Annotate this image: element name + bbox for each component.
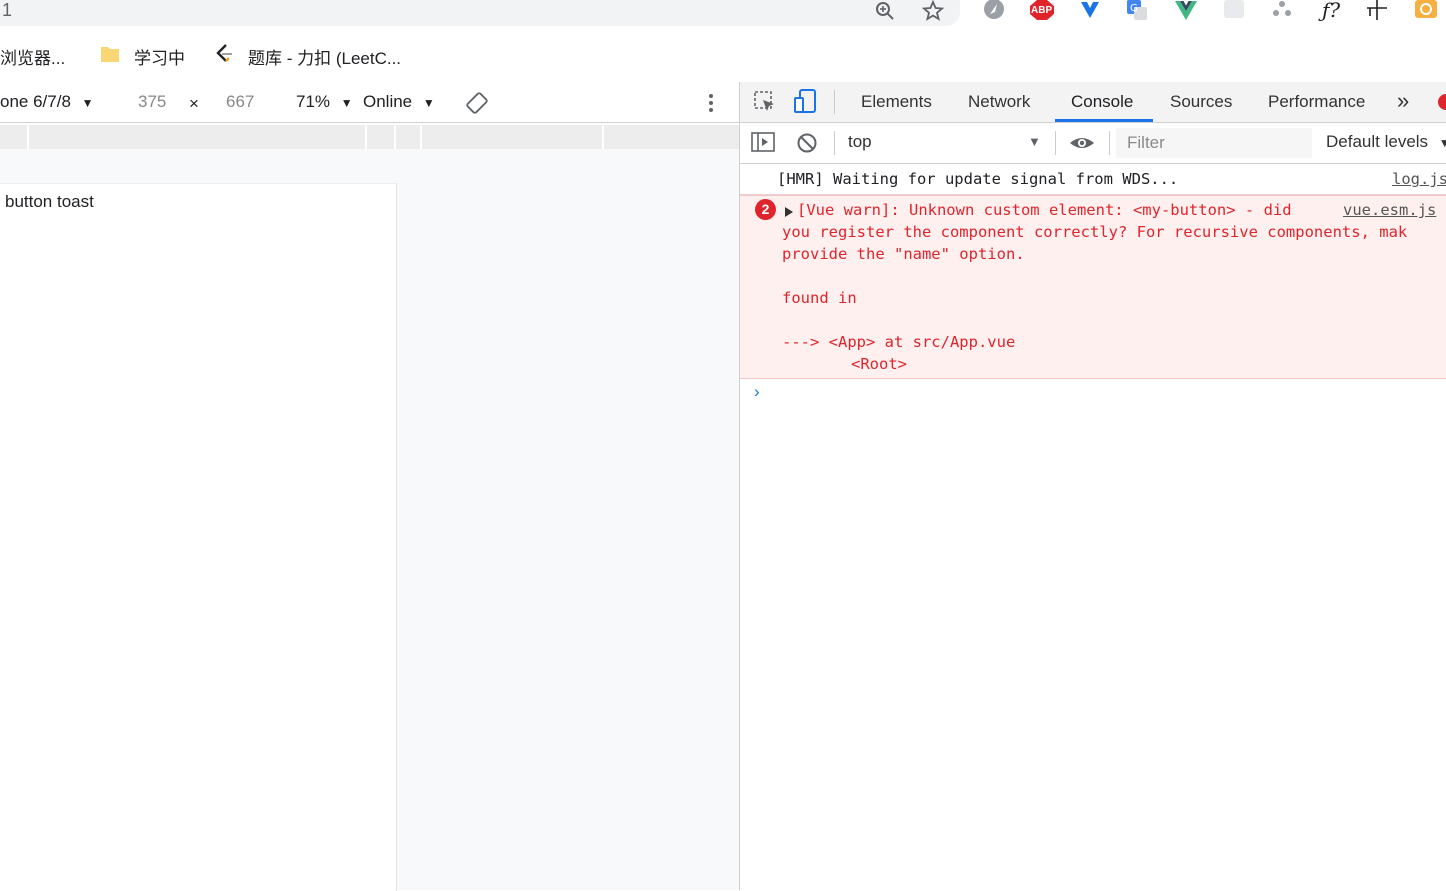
- chevron-down-icon[interactable]: ▼: [1028, 134, 1041, 149]
- bookmark-item[interactable]: 浏览器...: [0, 44, 65, 69]
- crop-icon[interactable]: [1365, 0, 1387, 22]
- ruler-divider: [365, 125, 367, 149]
- folder-icon: [100, 44, 120, 69]
- expand-triangle-icon[interactable]: [784, 205, 794, 223]
- active-tab-indicator: [1055, 119, 1153, 122]
- device-toggle-icon[interactable]: [793, 89, 817, 120]
- network-throttle-select[interactable]: Online ▼: [363, 92, 435, 112]
- zoom-select[interactable]: 71% ▼: [296, 92, 353, 112]
- error-source-link[interactable]: vue.esm.js: [1343, 201, 1436, 219]
- tab-performance[interactable]: Performance: [1268, 92, 1365, 112]
- formula-icon[interactable]: ƒ?: [1316, 0, 1346, 22]
- media-query-bar[interactable]: [0, 125, 739, 149]
- device-label: one 6/7/8: [0, 92, 71, 111]
- tab-console[interactable]: Console: [1071, 92, 1133, 112]
- chevron-down-icon: ▼: [340, 96, 353, 110]
- width-input[interactable]: 375: [138, 92, 166, 112]
- zoom-label: 71%: [296, 92, 331, 111]
- star-icon[interactable]: [921, 0, 945, 22]
- vue-devtools-icon[interactable]: [1174, 0, 1197, 22]
- toolbar-separator: [1109, 131, 1110, 155]
- bookmark-item[interactable]: 题库 - 力扣 (LeetC...: [248, 44, 401, 69]
- extension-icon[interactable]: [1222, 0, 1244, 22]
- address-bar[interactable]: [0, 0, 960, 26]
- zoom-icon[interactable]: [874, 0, 896, 22]
- error-line: provide the "name" option.: [782, 245, 1025, 263]
- ruler-divider: [394, 125, 396, 149]
- translate-icon[interactable]: G: [1125, 0, 1147, 22]
- log-source-link[interactable]: log.js: [1392, 170, 1446, 188]
- adblock-icon[interactable]: ABP: [1029, 0, 1055, 22]
- toolbar-separator: [834, 90, 835, 114]
- chevron-down-icon: ▼: [422, 96, 435, 110]
- extension-icon[interactable]: [1414, 0, 1437, 22]
- ruler-divider: [602, 125, 604, 149]
- error-count-badge: 2: [755, 199, 776, 220]
- network-label: Online: [363, 92, 413, 111]
- error-line: found in: [782, 289, 857, 307]
- times-symbol: ×: [189, 94, 199, 113]
- error-line: <Root>: [851, 355, 907, 373]
- address-bar-text: 1: [2, 0, 13, 20]
- chevron-down-icon: ▼: [81, 96, 94, 110]
- sidebar-toggle-icon[interactable]: [751, 132, 775, 159]
- tab-sources[interactable]: Sources: [1170, 92, 1232, 112]
- chevron-down-icon: ▼: [1438, 136, 1446, 150]
- leetcode-icon: [213, 43, 235, 70]
- console-prompt[interactable]: ›: [754, 382, 760, 402]
- error-line: [Vue warn]: Unknown custom element: <my-…: [797, 201, 1292, 219]
- tab-network[interactable]: Network: [968, 92, 1030, 112]
- log-levels-select[interactable]: Default levels ▼: [1326, 132, 1446, 152]
- inspect-element-icon[interactable]: [753, 90, 777, 119]
- extension-icon[interactable]: [1270, 0, 1292, 22]
- eye-icon[interactable]: [1068, 133, 1096, 158]
- log-levels-label: Default levels: [1326, 132, 1429, 151]
- more-tabs-icon[interactable]: »: [1397, 88, 1409, 114]
- adblock-label: ABP: [1031, 5, 1053, 16]
- clear-console-icon[interactable]: [796, 132, 818, 159]
- tab-elements[interactable]: Elements: [861, 92, 932, 112]
- page-content-text: button toast: [5, 192, 94, 211]
- toolbar-separator: [1055, 131, 1056, 155]
- ruler-divider: [27, 125, 29, 149]
- more-options-icon[interactable]: [706, 92, 716, 119]
- rotate-icon[interactable]: [465, 91, 489, 120]
- error-line: you register the component correctly? Fo…: [782, 223, 1408, 241]
- page-frame[interactable]: [0, 183, 397, 891]
- error-line: ---> <App> at src/App.vue: [782, 333, 1016, 351]
- device-select[interactable]: one 6/7/8 ▼: [0, 92, 94, 112]
- extension-icon[interactable]: [1078, 0, 1100, 22]
- bookmark-item[interactable]: 学习中: [134, 44, 185, 69]
- height-input[interactable]: 667: [226, 92, 254, 112]
- ruler-divider: [420, 125, 422, 149]
- context-select[interactable]: top: [848, 132, 872, 152]
- svg-text:G: G: [1130, 3, 1138, 14]
- log-message: [HMR] Waiting for update signal from WDS…: [777, 170, 1179, 188]
- filter-input[interactable]: Filter: [1127, 133, 1165, 153]
- toolbar-separator: [834, 131, 835, 155]
- extension-icon[interactable]: [982, 0, 1004, 22]
